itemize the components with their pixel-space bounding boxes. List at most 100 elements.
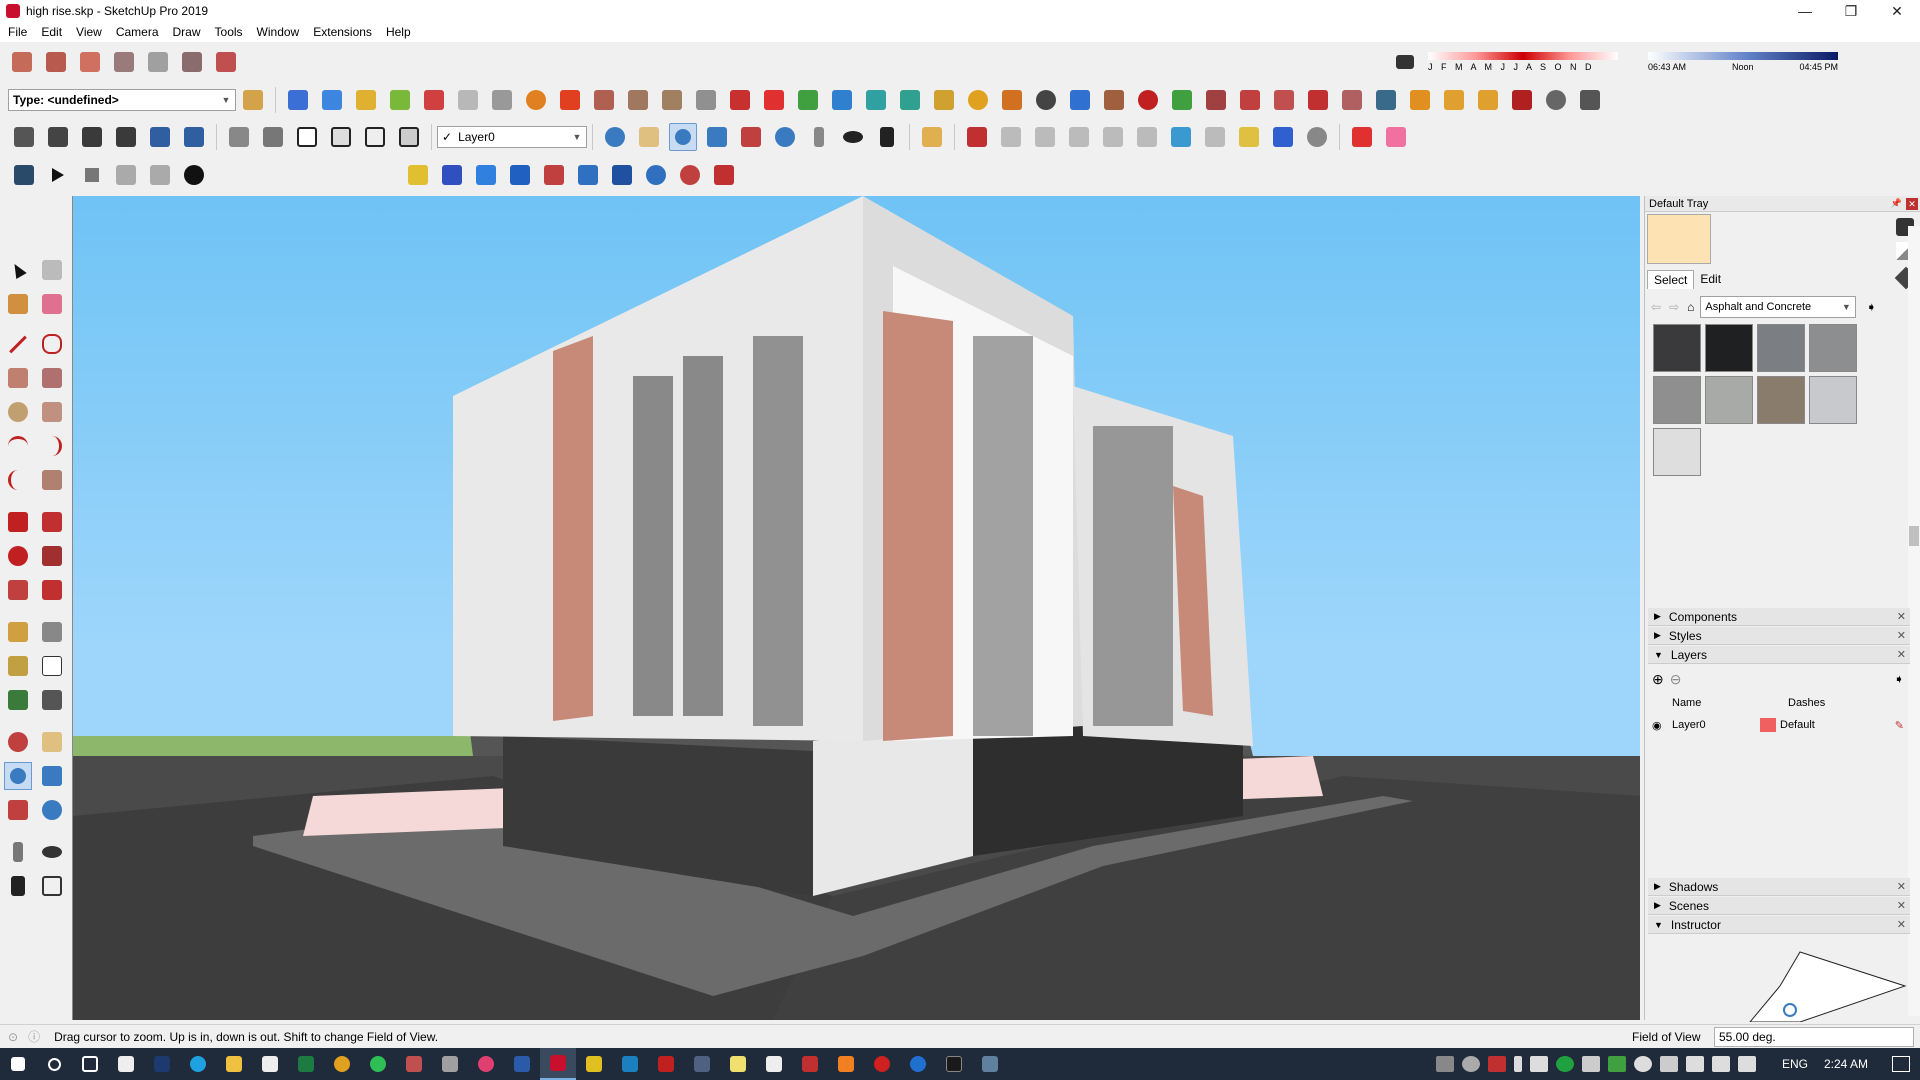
curve-1-icon[interactable] — [997, 123, 1025, 151]
volume-icon[interactable] — [1712, 1056, 1730, 1072]
material-swatch[interactable] — [1809, 324, 1857, 372]
arc-icon[interactable] — [4, 432, 32, 460]
cubes-icon[interactable] — [1270, 86, 1298, 114]
scale-icon[interactable] — [4, 576, 32, 604]
opera-icon[interactable] — [864, 1048, 900, 1080]
position-camera-tool-icon[interactable] — [4, 838, 32, 866]
add-location-icon[interactable] — [212, 48, 240, 76]
section-plane-tool-icon[interactable] — [38, 872, 66, 900]
menu-draw[interactable]: Draw — [173, 25, 201, 39]
file-explorer-icon[interactable] — [216, 1048, 252, 1080]
sandbox-from-contours-icon[interactable] — [284, 86, 312, 114]
photo-texture-icon[interactable] — [178, 48, 206, 76]
cross-icon[interactable] — [828, 86, 856, 114]
pen-icon[interactable] — [1738, 1056, 1756, 1072]
sandbox-from-scratch-icon[interactable] — [318, 86, 346, 114]
warning-icon[interactable] — [930, 86, 958, 114]
walk-tool-icon[interactable] — [4, 872, 32, 900]
tray-doc-icon[interactable] — [1530, 1056, 1548, 1072]
app-pink-icon[interactable] — [468, 1048, 504, 1080]
close-icon[interactable]: ✕ — [1897, 918, 1906, 931]
shaded-textures-icon[interactable] — [395, 123, 423, 151]
record-icon[interactable] — [112, 161, 140, 189]
material-swatch[interactable] — [1653, 324, 1701, 372]
cone-icon[interactable] — [862, 86, 890, 114]
bridge-icon[interactable] — [936, 1048, 972, 1080]
gears-icon[interactable] — [1202, 86, 1230, 114]
xray-icon[interactable] — [225, 123, 253, 151]
app-image-icon[interactable] — [684, 1048, 720, 1080]
curve-7-icon[interactable] — [1201, 123, 1229, 151]
rotate-blue-icon[interactable] — [642, 161, 670, 189]
extension-warehouse-icon[interactable] — [76, 48, 104, 76]
app-blue-icon[interactable] — [900, 1048, 936, 1080]
zoom-window-tool-icon[interactable] — [38, 762, 66, 790]
window-frame-icon[interactable] — [1372, 86, 1400, 114]
menu-camera[interactable]: Camera — [116, 25, 159, 39]
lumion-icon[interactable] — [10, 161, 38, 189]
restore-button[interactable]: ❐ — [1828, 0, 1874, 22]
model-viewport[interactable] — [72, 196, 1640, 1020]
previous-view-icon[interactable] — [771, 123, 799, 151]
display-sections-icon[interactable] — [590, 86, 618, 114]
zoom-extents-icon[interactable] — [737, 123, 765, 151]
add-layer-icon[interactable]: ⊕ — [1652, 671, 1664, 688]
home-icon[interactable]: ⌂ — [1687, 300, 1694, 314]
menu-help[interactable]: Help — [386, 25, 411, 39]
two-point-arc-icon[interactable] — [38, 432, 66, 460]
panel-scenes[interactable]: ▶ Scenes ✕ — [1648, 897, 1910, 915]
menu-file[interactable]: File — [8, 25, 27, 39]
bars-icon[interactable] — [472, 161, 500, 189]
polygon-icon[interactable] — [38, 398, 66, 426]
dotted-arc-icon[interactable] — [1542, 86, 1570, 114]
geo-location-icon[interactable]: ⊙ — [8, 1030, 18, 1044]
3d-text-icon[interactable] — [38, 686, 66, 714]
time-slider[interactable]: 06:43 AM Noon 04:45 PM — [1648, 52, 1838, 72]
material-swatch[interactable] — [1757, 376, 1805, 424]
wifi-icon[interactable] — [1686, 1056, 1704, 1072]
layout-icon[interactable] — [144, 48, 172, 76]
close-icon[interactable]: ✕ — [1897, 648, 1906, 661]
acrobat-icon[interactable] — [756, 1048, 792, 1080]
component-grid-icon[interactable] — [1576, 86, 1604, 114]
stop-icon[interactable] — [78, 161, 106, 189]
tab-select[interactable]: Select — [1647, 270, 1695, 289]
app-grid-icon[interactable] — [396, 1048, 432, 1080]
app-red-icon[interactable] — [792, 1048, 828, 1080]
pan-icon[interactable] — [635, 123, 663, 151]
previous-tool-icon[interactable] — [38, 796, 66, 824]
tray-battery-icon[interactable] — [1608, 1056, 1626, 1072]
task-view-icon[interactable] — [72, 1048, 108, 1080]
photoshop-icon[interactable] — [144, 1048, 180, 1080]
curve-4-icon[interactable] — [1099, 123, 1127, 151]
close-icon[interactable]: ✕ — [1897, 880, 1906, 893]
import-icon[interactable] — [404, 161, 432, 189]
eye-icon[interactable]: ◉ — [1652, 719, 1662, 732]
protractor-icon[interactable] — [4, 652, 32, 680]
material-collection-combo[interactable]: Asphalt and Concrete ▼ — [1700, 296, 1857, 318]
notes-icon[interactable] — [576, 1048, 612, 1080]
puzzle-icon[interactable] — [1168, 86, 1196, 114]
rotate-red-icon[interactable] — [676, 161, 704, 189]
layer-combo[interactable]: ✓ Layer0 ▼ — [437, 126, 587, 148]
app-s-icon[interactable] — [612, 1048, 648, 1080]
smoove-icon[interactable] — [352, 86, 380, 114]
close-icon[interactable]: ✕ — [1897, 610, 1906, 623]
axes-tool-icon[interactable] — [4, 686, 32, 714]
panel-shadows[interactable]: ▶ Shadows ✕ — [1648, 878, 1910, 896]
arc-tool-icon[interactable] — [726, 86, 754, 114]
undo-curve-icon[interactable] — [1134, 86, 1162, 114]
details-arrow-icon[interactable]: ➧ — [1894, 672, 1904, 686]
zoom-extents-tool-icon[interactable] — [4, 796, 32, 824]
loop-icon[interactable] — [1032, 86, 1060, 114]
close-icon[interactable]: ✕ — [1897, 899, 1906, 912]
curve-8-icon[interactable] — [1235, 123, 1263, 151]
type-combo[interactable]: Type: <undefined> ▼ — [8, 89, 236, 111]
make-component-icon[interactable] — [10, 123, 38, 151]
push-pull-tool-icon[interactable] — [38, 508, 66, 536]
flower-icon[interactable] — [1338, 86, 1366, 114]
follow-me-icon[interactable] — [522, 86, 550, 114]
lasso-icon[interactable] — [964, 86, 992, 114]
menu-tools[interactable]: Tools — [215, 25, 243, 39]
play-icon[interactable] — [44, 161, 72, 189]
